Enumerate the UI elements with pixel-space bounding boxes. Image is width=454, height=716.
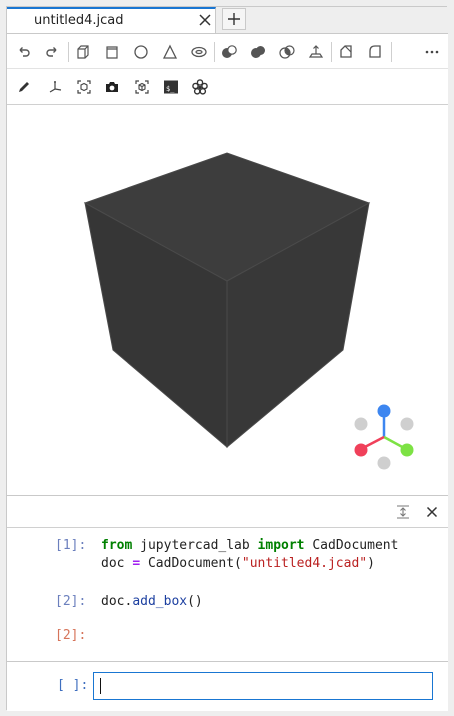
axes-icon <box>49 81 62 93</box>
jcad-panel: untitled4.jcad $_ [1]: from jupytercad_l… <box>6 6 448 711</box>
chamfer-icon <box>340 45 352 58</box>
redo-icon <box>46 47 57 57</box>
console-input-area: [ ]: <box>7 661 448 711</box>
cell-prompt: [2]: <box>55 594 87 609</box>
camera-icon <box>106 82 118 92</box>
sphere-icon <box>134 45 148 59</box>
intersection-button[interactable] <box>276 41 298 63</box>
add-cone-button[interactable] <box>159 41 181 63</box>
box-icon <box>77 45 89 59</box>
collapse-console-icon[interactable] <box>395 504 411 524</box>
torus-icon <box>191 46 207 58</box>
union-button[interactable] <box>247 41 269 63</box>
main-toolbar <box>7 33 448 69</box>
axes-gizmo[interactable] <box>354 404 414 470</box>
pencil-icon <box>19 82 29 92</box>
console-output: [1]: from jupytercad_lab import CadDocum… <box>7 528 448 661</box>
neg-y-handle[interactable] <box>377 456 391 470</box>
view-cube-icon <box>135 80 149 94</box>
y-axis-handle[interactable] <box>377 404 391 418</box>
code-line: doc.add_box() <box>101 594 203 609</box>
intersection-icon <box>279 45 295 59</box>
add-sphere-button[interactable] <box>130 41 152 63</box>
more-icon <box>425 50 439 54</box>
sketch-button[interactable] <box>13 76 35 98</box>
more-button[interactable] <box>421 41 443 63</box>
text-caret <box>100 678 101 694</box>
code-line: from jupytercad_lab import CadDocument <box>101 538 399 553</box>
extrusion-icon <box>308 45 324 58</box>
cube-model[interactable] <box>83 152 371 449</box>
plus-icon <box>228 13 240 25</box>
union-icon <box>251 46 265 58</box>
svg-text:$_: $_ <box>166 85 175 93</box>
terminal-icon: $_ <box>164 80 178 94</box>
undo-icon <box>19 47 30 57</box>
input-prompt: [ ]: <box>57 678 89 693</box>
extrusion-button[interactable] <box>305 41 327 63</box>
tab-bar: untitled4.jcad <box>7 7 448 33</box>
close-icon[interactable] <box>197 12 213 28</box>
secondary-toolbar: $_ <box>7 69 448 105</box>
add-torus-button[interactable] <box>188 41 210 63</box>
add-cylinder-button[interactable] <box>101 41 123 63</box>
document-tab[interactable]: untitled4.jcad <box>7 7 216 33</box>
undo-button[interactable] <box>13 41 35 63</box>
neg-x-handle[interactable] <box>400 417 414 431</box>
chamfer-button[interactable] <box>335 41 357 63</box>
fillet-button[interactable] <box>364 41 386 63</box>
cell-prompt: [1]: <box>55 538 87 553</box>
console-header <box>7 496 448 528</box>
flower-icon <box>192 79 208 95</box>
cut-icon <box>222 45 237 58</box>
fillet-icon <box>369 45 381 58</box>
camera-view-button[interactable] <box>131 76 153 98</box>
console-input[interactable] <box>93 672 433 700</box>
cone-icon <box>162 44 178 59</box>
suggestion-button[interactable] <box>189 76 211 98</box>
output-prompt: [2]: <box>55 628 87 643</box>
x-axis-handle[interactable] <box>400 443 414 457</box>
redo-button[interactable] <box>41 41 63 63</box>
3d-viewport[interactable] <box>7 105 448 496</box>
z-axis-handle[interactable] <box>354 443 368 457</box>
add-tab-button[interactable] <box>222 8 246 30</box>
close-console-icon[interactable] <box>424 504 440 524</box>
cylinder-icon <box>106 46 118 59</box>
console-button[interactable]: $_ <box>160 76 182 98</box>
neg-z-handle[interactable] <box>354 417 368 431</box>
cut-button[interactable] <box>218 41 240 63</box>
tab-title: untitled4.jcad <box>34 13 124 28</box>
screenshot-button[interactable] <box>101 76 123 98</box>
add-box-button[interactable] <box>72 41 94 63</box>
explode-icon <box>77 80 91 94</box>
axes-button[interactable] <box>44 76 66 98</box>
explode-button[interactable] <box>73 76 95 98</box>
code-line: doc = CadDocument("untitled4.jcad") <box>101 556 375 571</box>
